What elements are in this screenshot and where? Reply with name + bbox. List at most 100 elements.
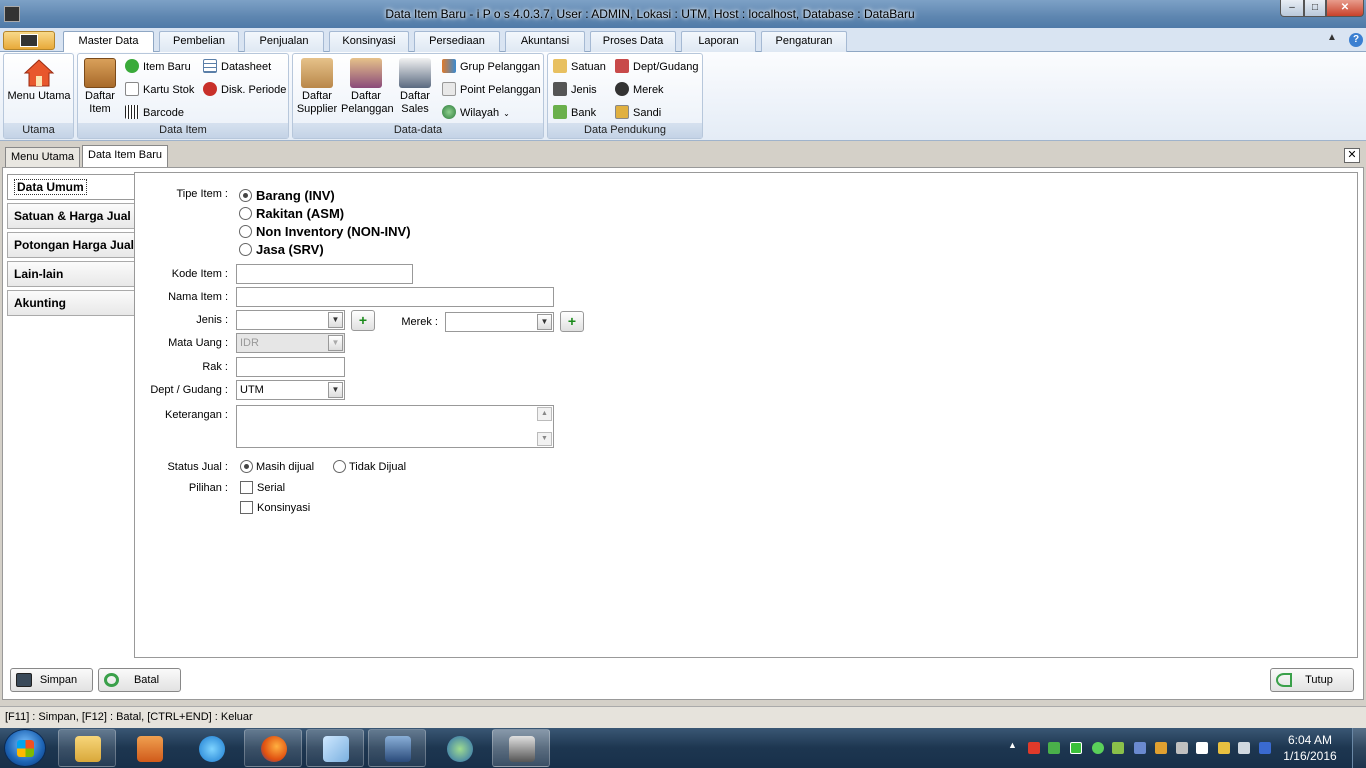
close-button[interactable]: ✕ — [1326, 0, 1364, 17]
side-tab-lain-lain[interactable]: Lain-lain — [7, 261, 135, 287]
tab-persediaan[interactable]: Persediaan — [414, 31, 500, 52]
point-pelanggan-button[interactable]: Point Pelanggan — [442, 81, 541, 99]
tutup-button[interactable]: Tutup — [1270, 668, 1354, 692]
start-button[interactable] — [4, 729, 46, 767]
datasheet-button[interactable]: Datasheet — [203, 58, 271, 76]
radio-barang[interactable]: Barang (INV) — [239, 188, 335, 203]
chevron-down-icon[interactable]: ▼ — [537, 314, 552, 330]
side-tab-satuan-harga-jual[interactable]: Satuan & Harga Jual — [7, 203, 135, 229]
kartu-stok-button[interactable]: Kartu Stok — [125, 81, 194, 99]
keterangan-label: Keterangan : — [165, 409, 228, 421]
tab-laporan[interactable]: Laporan — [681, 31, 756, 52]
chevron-down-icon[interactable]: ▼ — [328, 382, 343, 398]
add-jenis-button[interactable]: + — [351, 310, 375, 331]
menu-utama-button[interactable]: Menu Utama — [6, 58, 72, 103]
tray-security-icon[interactable] — [1028, 742, 1040, 754]
tray-audio-driver-icon[interactable] — [1155, 742, 1167, 754]
maximize-button[interactable]: □ — [1304, 0, 1326, 17]
simpan-button[interactable]: Simpan — [10, 668, 93, 692]
radio-tidak-dijual[interactable]: Tidak Dijual — [333, 460, 406, 473]
side-tab-potongan-harga-jual[interactable]: Potongan Harga Jual — [7, 232, 135, 258]
sandi-button[interactable]: Sandi — [615, 104, 661, 122]
keterangan-textarea[interactable]: ▲ ▼ — [236, 405, 554, 448]
wilayah-button[interactable]: Wilayah ⌄ — [442, 104, 510, 122]
satuan-button[interactable]: Satuan — [553, 58, 606, 76]
batal-label: Batal — [133, 674, 160, 686]
tray-s-icon[interactable] — [1259, 742, 1271, 754]
help-icon[interactable]: ? — [1349, 33, 1363, 47]
doc-tab-data-item-baru[interactable]: Data Item Baru — [82, 145, 168, 168]
daftar-pelanggan-button[interactable]: Daftar Pelanggan — [341, 58, 394, 116]
tab-proses-data[interactable]: Proses Data — [590, 31, 676, 52]
show-hidden-icons-icon[interactable]: ▲ — [1008, 740, 1017, 752]
dept-gudang-button[interactable]: Dept/Gudang — [615, 58, 698, 76]
tab-konsinyasi[interactable]: Konsinyasi — [329, 31, 409, 52]
key-icon — [615, 105, 629, 119]
taskbar-ipos[interactable] — [492, 729, 550, 767]
daftar-sales-button[interactable]: Daftar Sales — [395, 58, 435, 116]
tray-checkmark-icon[interactable] — [1070, 742, 1082, 754]
minimize-button[interactable]: – — [1280, 0, 1304, 17]
merek-button[interactable]: Merek — [615, 81, 664, 99]
system-clock[interactable]: 6:04 AM 1/16/2016 — [1280, 732, 1340, 764]
collapse-ribbon-icon[interactable]: ▲ — [1327, 32, 1337, 43]
jenis-button[interactable]: Jenis — [553, 81, 597, 99]
checkbox-serial[interactable]: Serial — [240, 481, 285, 494]
taskbar-remote-desktop[interactable] — [368, 729, 426, 767]
group-caption-data-pendukung: Data Pendukung — [548, 123, 702, 138]
close-document-icon[interactable]: ✕ — [1344, 148, 1360, 163]
tab-penjualan[interactable]: Penjualan — [244, 31, 324, 52]
tray-display-icon[interactable] — [1176, 742, 1188, 754]
barcode-button[interactable]: Barcode — [125, 104, 184, 122]
application-menu-button[interactable] — [3, 31, 55, 50]
disk-periode-button[interactable]: Disk. Periode — [203, 81, 286, 99]
taskbar-notepad[interactable] — [306, 729, 364, 767]
scroll-up-icon[interactable]: ▲ — [537, 407, 552, 421]
show-desktop-button[interactable] — [1352, 728, 1366, 768]
dropdown-arrow-icon: ⌄ — [503, 109, 510, 118]
merek-combobox[interactable]: ▼ — [445, 312, 554, 332]
tray-sync-icon[interactable] — [1048, 742, 1060, 754]
volume-icon[interactable] — [1238, 742, 1250, 754]
checkbox-konsinyasi[interactable]: Konsinyasi — [240, 501, 310, 514]
grup-pelanggan-button[interactable]: Grup Pelanggan — [442, 58, 540, 76]
tray-device-icon[interactable] — [1196, 742, 1208, 754]
item-baru-button[interactable]: Item Baru — [125, 58, 191, 76]
doc-tab-menu-utama[interactable]: Menu Utama — [5, 147, 80, 167]
add-merek-button[interactable]: + — [560, 311, 584, 332]
status-bar: [F11] : Simpan, [F12] : Batal, [CTRL+END… — [0, 706, 1366, 728]
tab-pengaturan[interactable]: Pengaturan — [761, 31, 847, 52]
rak-input[interactable] — [236, 357, 345, 377]
firefox-icon — [261, 736, 287, 762]
bluetooth-icon[interactable] — [1134, 742, 1146, 754]
chevron-down-icon[interactable]: ▼ — [328, 312, 343, 328]
radio-non-inventory[interactable]: Non Inventory (NON-INV) — [239, 224, 411, 239]
ribbon-group-data-pendukung: Satuan Jenis Bank Dept/Gudang Merek Sand… — [547, 53, 703, 139]
radio-rakitan[interactable]: Rakitan (ASM) — [239, 206, 344, 221]
dept-gudang-combobox[interactable]: UTM ▼ — [236, 380, 345, 400]
tab-akuntansi[interactable]: Akuntansi — [505, 31, 585, 52]
side-tab-data-umum[interactable]: Data Umum — [7, 174, 135, 200]
nama-item-input[interactable] — [236, 287, 554, 307]
radio-jasa[interactable]: Jasa (SRV) — [239, 242, 324, 257]
batal-button[interactable]: Batal — [98, 668, 181, 692]
taskbar-media-player[interactable] — [120, 729, 178, 767]
side-tab-akunting[interactable]: Akunting — [7, 290, 135, 316]
tray-status-icon[interactable] — [1092, 742, 1104, 754]
radio-masih-dijual[interactable]: Masih dijual — [240, 460, 314, 473]
scroll-down-icon[interactable]: ▼ — [537, 432, 552, 446]
taskbar-network[interactable] — [430, 729, 488, 767]
tray-power-icon[interactable] — [1218, 742, 1230, 754]
tab-master-data[interactable]: Master Data — [63, 31, 154, 53]
daftar-supplier-button[interactable]: Daftar Supplier — [295, 58, 339, 116]
jenis-combobox[interactable]: ▼ — [236, 310, 345, 330]
tray-update-icon[interactable] — [1112, 742, 1124, 754]
daftar-item-button[interactable]: Daftar Item — [80, 58, 120, 116]
bank-button[interactable]: Bank — [553, 104, 596, 122]
taskbar-file-explorer[interactable] — [58, 729, 116, 767]
taskbar-firefox[interactable] — [244, 729, 302, 767]
tab-pembelian[interactable]: Pembelian — [159, 31, 239, 52]
kode-item-input[interactable] — [236, 264, 413, 284]
taskbar-internet-explorer[interactable] — [182, 729, 240, 767]
menu-utama-label: Menu Utama — [7, 90, 71, 102]
